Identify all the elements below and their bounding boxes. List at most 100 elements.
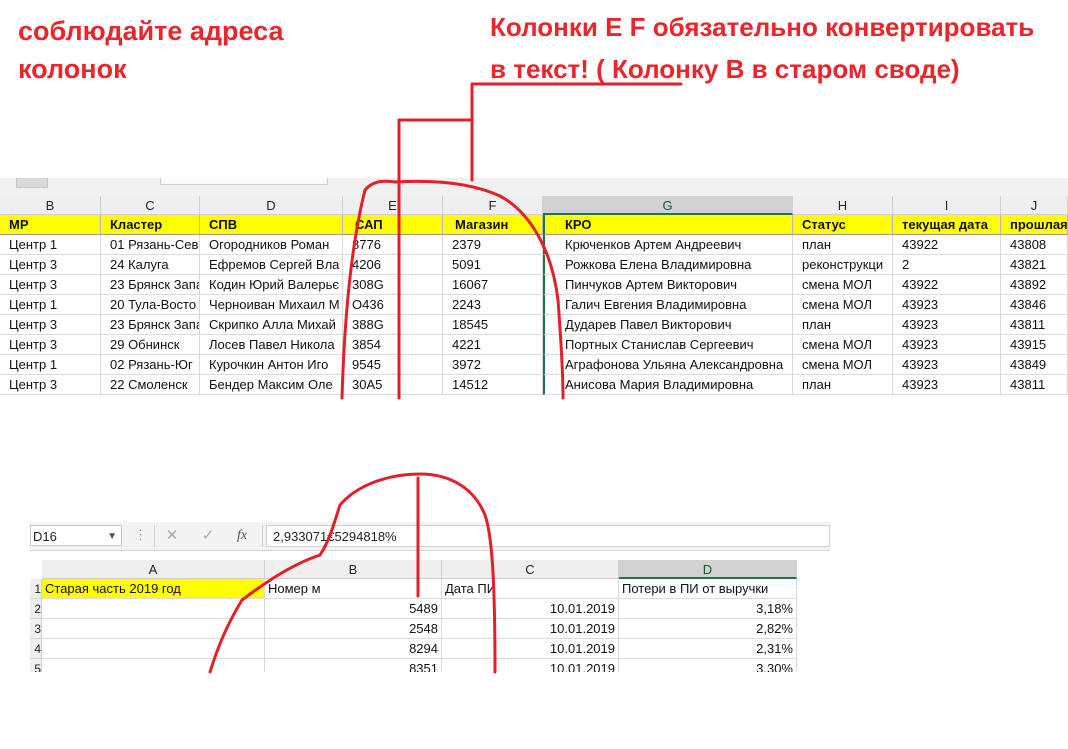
table-cell[interactable]: смена МОЛ — [793, 295, 893, 315]
table-cell[interactable]: 43846 — [1001, 295, 1068, 315]
table-cell[interactable]: 10.01.2019 — [442, 639, 619, 659]
header-cell-current-date[interactable]: текущая дата — [893, 215, 1001, 235]
table-cell[interactable]: 23 Брянск Запа — [101, 315, 200, 335]
header-cell[interactable]: Потери в ПИ от выручки — [619, 579, 797, 599]
table-cell[interactable]: 43915 — [1001, 335, 1068, 355]
ribbon-tab[interactable] — [16, 178, 48, 188]
chevron-down-icon[interactable]: ▼ — [107, 526, 117, 547]
table-cell[interactable]: 388G — [343, 315, 443, 335]
table-cell[interactable]: 43892 — [1001, 275, 1068, 295]
header-cell[interactable]: Дата ПИ — [442, 579, 619, 599]
table-cell[interactable]: 4221 — [443, 335, 543, 355]
table-cell[interactable]: Центр 1 — [0, 235, 101, 255]
table-cell[interactable]: 43808 — [1001, 235, 1068, 255]
table-cell[interactable]: 01 Рязань-Сев — [101, 235, 200, 255]
row-header[interactable]: 3 — [30, 619, 42, 639]
table-cell[interactable]: 43849 — [1001, 355, 1068, 375]
table-cell[interactable]: 20 Тула-Восто — [101, 295, 200, 315]
header-cell-cluster[interactable]: Кластер — [101, 215, 200, 235]
row-header[interactable]: 4 — [30, 639, 42, 659]
table-cell[interactable]: 18545 — [443, 315, 543, 335]
table-cell[interactable]: Лосев Павел Никола — [200, 335, 343, 355]
table-cell[interactable]: 2,82% — [619, 619, 797, 639]
table-cell[interactable]: 24 Калуга — [101, 255, 200, 275]
table-cell[interactable]: смена МОЛ — [793, 275, 893, 295]
table-cell[interactable] — [42, 599, 265, 619]
table-cell[interactable]: 02 Рязань-Юг — [101, 355, 200, 375]
table-cell[interactable] — [42, 659, 265, 672]
table-cell[interactable]: реконструкци — [793, 255, 893, 275]
table-cell[interactable]: Аграфонова Ульяна Александровна — [543, 355, 793, 375]
table-cell[interactable]: 3854 — [343, 335, 443, 355]
table-cell[interactable]: 30A5 — [343, 375, 443, 395]
column-header-b[interactable]: B — [0, 196, 101, 215]
table-cell[interactable]: O436 — [343, 295, 443, 315]
confirm-check-icon[interactable]: ✓ — [198, 526, 218, 546]
table-cell[interactable]: Портных Станислав Сергеевич — [543, 335, 793, 355]
table-cell[interactable]: 43923 — [893, 355, 1001, 375]
column-header-c[interactable]: C — [442, 560, 619, 579]
column-header-i[interactable]: I — [893, 196, 1001, 215]
table-cell[interactable]: 43923 — [893, 375, 1001, 395]
column-header-f[interactable]: F — [443, 196, 543, 215]
table-cell[interactable]: Курочкин Антон Иго — [200, 355, 343, 375]
table-cell[interactable]: 8351 — [265, 659, 442, 672]
table-cell[interactable]: 43923 — [893, 335, 1001, 355]
table-cell[interactable]: 10.01.2019 — [442, 619, 619, 639]
table-cell[interactable]: план — [793, 375, 893, 395]
header-cell-previous[interactable]: прошлая — [1001, 215, 1068, 235]
table-cell[interactable]: 2548 — [265, 619, 442, 639]
table-cell[interactable]: 43821 — [1001, 255, 1068, 275]
table-cell[interactable]: 2 — [893, 255, 1001, 275]
table-cell[interactable]: Пинчуков Артем Викторович — [543, 275, 793, 295]
table-cell[interactable]: 3,30% — [619, 659, 797, 672]
table-cell[interactable] — [42, 619, 265, 639]
table-cell[interactable]: 10.01.2019 — [442, 659, 619, 672]
table-cell[interactable]: 43922 — [893, 275, 1001, 295]
column-header-j[interactable]: J — [1001, 196, 1068, 215]
insert-function-icon[interactable]: fx — [232, 526, 252, 546]
table-cell[interactable]: 10.01.2019 — [442, 599, 619, 619]
table-cell[interactable]: 3972 — [443, 355, 543, 375]
column-header-b[interactable]: B — [265, 560, 442, 579]
table-cell[interactable]: 5091 — [443, 255, 543, 275]
row-header[interactable]: 2 — [30, 599, 42, 619]
table-cell[interactable]: Центр 3 — [0, 315, 101, 335]
table-cell[interactable]: Центр 3 — [0, 375, 101, 395]
table-cell[interactable]: Крюченков Артем Андреевич — [543, 235, 793, 255]
ribbon-tab[interactable] — [160, 178, 328, 185]
table-cell[interactable]: 43922 — [893, 235, 1001, 255]
column-header-h[interactable]: H — [793, 196, 893, 215]
table-cell[interactable]: план — [793, 315, 893, 335]
table-cell[interactable]: 8294 — [265, 639, 442, 659]
column-header-d[interactable]: D — [200, 196, 343, 215]
table-cell[interactable]: Ефремов Сергей Вла — [200, 255, 343, 275]
table-cell[interactable]: 43811 — [1001, 375, 1068, 395]
table-cell[interactable]: 8776 — [343, 235, 443, 255]
row-header[interactable]: 1 — [30, 579, 42, 599]
table-cell[interactable]: 43811 — [1001, 315, 1068, 335]
cancel-icon[interactable]: ✕ — [162, 526, 182, 546]
header-cell-sap[interactable]: САП — [343, 215, 443, 235]
table-cell[interactable]: 23 Брянск Запа — [101, 275, 200, 295]
table-cell[interactable]: 14512 — [443, 375, 543, 395]
name-box[interactable]: D16 ▼ — [30, 525, 122, 546]
table-cell[interactable] — [42, 639, 265, 659]
column-header-a[interactable]: A — [42, 560, 265, 579]
column-header-g[interactable]: G — [543, 196, 793, 215]
header-cell[interactable]: Старая часть 2019 год — [42, 579, 265, 599]
table-cell[interactable]: 43923 — [893, 295, 1001, 315]
table-cell[interactable]: 29 Обнинск — [101, 335, 200, 355]
table-cell[interactable]: план — [793, 235, 893, 255]
row-header[interactable]: 5 — [30, 659, 42, 672]
table-cell[interactable]: Центр 1 — [0, 295, 101, 315]
table-cell[interactable]: 16067 — [443, 275, 543, 295]
table-cell[interactable]: 2379 — [443, 235, 543, 255]
table-cell[interactable]: 22 Смоленск — [101, 375, 200, 395]
header-cell-mr[interactable]: МР — [0, 215, 101, 235]
table-cell[interactable]: Рожкова Елена Владимировна — [543, 255, 793, 275]
table-cell[interactable]: 3,18% — [619, 599, 797, 619]
header-cell-status[interactable]: Статус — [793, 215, 893, 235]
table-cell[interactable]: Центр 3 — [0, 255, 101, 275]
column-header-d[interactable]: D — [619, 560, 797, 579]
